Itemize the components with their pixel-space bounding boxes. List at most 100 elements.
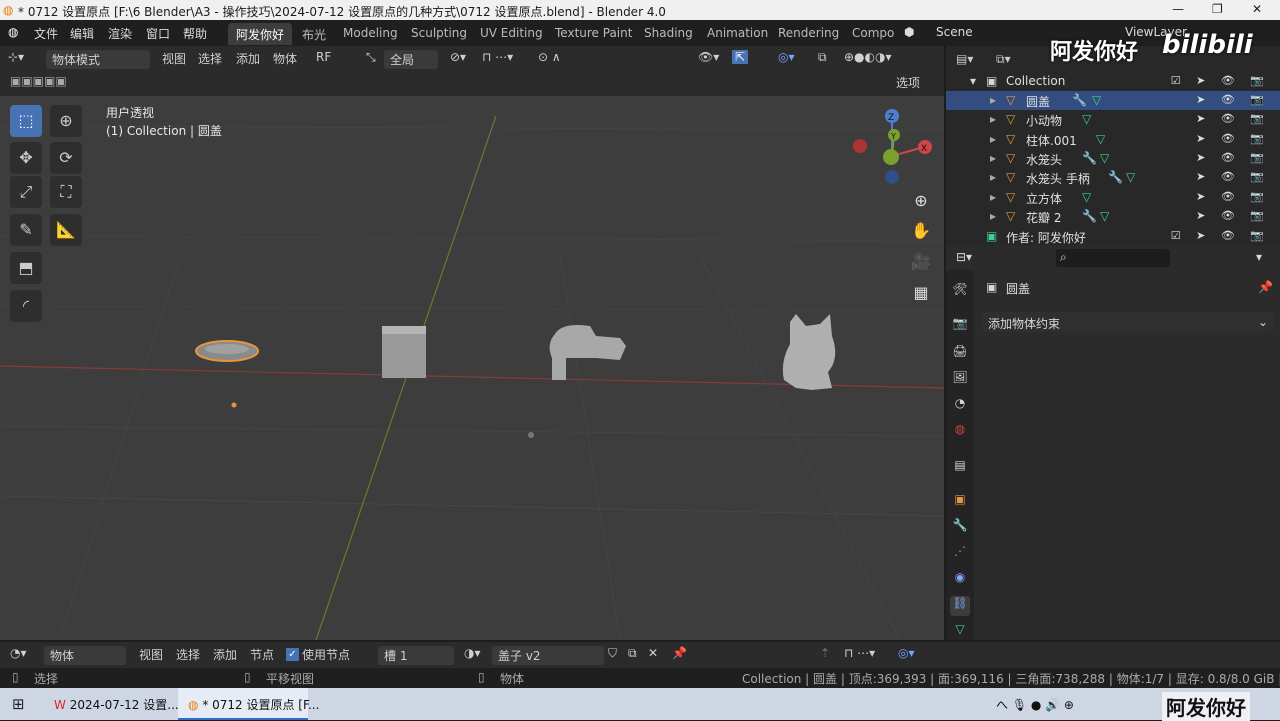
row-visibility-icons[interactable]: ➤ 👁 📷	[1196, 93, 1270, 106]
object-lucky-cat[interactable]	[782, 314, 836, 390]
outliner-row-2[interactable]: ▸ ▽ 柱体.001 ▽ ➤ 👁 📷	[946, 130, 1280, 149]
material-browse-icon[interactable]: ◑▾	[464, 646, 481, 660]
workspace-tab-uv[interactable]: UV Editing	[472, 23, 551, 45]
particles-tab-icon[interactable]: ⋰	[950, 544, 970, 564]
transform-tool[interactable]: ⛶	[50, 176, 82, 208]
shading-modes-icon[interactable]: ⊕●◐◑▾	[844, 50, 892, 64]
render-tab-icon[interactable]: 📷	[950, 316, 970, 336]
maximize-button[interactable]: ❐	[1212, 2, 1223, 16]
editor-type-icon[interactable]: ⊹▾	[8, 50, 24, 64]
constraints-tab-icon[interactable]: ⛓	[950, 596, 970, 616]
parent-node-icon[interactable]: ⇡	[820, 646, 830, 660]
material-slot-select[interactable]: 槽 1	[378, 646, 454, 665]
tool-tab-icon[interactable]: 🛠	[950, 282, 970, 302]
workspace-tab-compo[interactable]: Compo	[844, 23, 902, 45]
node-editor-type-icon[interactable]: ◔▾	[10, 646, 27, 660]
node-pin-icon[interactable]: 📌	[672, 646, 687, 660]
physics-tab-icon[interactable]: ◉	[950, 570, 970, 590]
properties-options-icon[interactable]: ▾	[1256, 250, 1262, 264]
system-tray[interactable]: へ 🎙 ● 🔊 ⊕	[996, 696, 1074, 713]
camera-icon[interactable]: 🎥	[908, 249, 934, 275]
expand-chevron-icon[interactable]: ▸	[990, 190, 996, 204]
material-name-field[interactable]: 盖子 v2	[492, 646, 604, 665]
row-visibility-icons[interactable]: ➤ 👁 📷	[1196, 209, 1270, 222]
measure-tool[interactable]: 📐	[50, 214, 82, 246]
workspace-tab-animation[interactable]: Animation	[699, 23, 776, 45]
collection-tab-icon[interactable]: ▤	[950, 458, 970, 478]
scene-name[interactable]: Scene	[936, 25, 973, 39]
zoom-icon[interactable]: ⊕	[908, 188, 934, 214]
author-visibility-icons[interactable]: ☑ ➤ 👁 📷	[1171, 229, 1270, 242]
properties-search-input[interactable]: ⌕	[1056, 249, 1170, 267]
workspace-tab-rendering[interactable]: Rendering	[770, 23, 847, 45]
outliner-display-icon[interactable]: ⧉▾	[996, 52, 1011, 67]
fake-user-icon[interactable]: ⛉	[608, 646, 617, 661]
vp-menu-object[interactable]: 物体	[273, 50, 297, 67]
cursor-tool[interactable]: ⊕	[50, 105, 82, 137]
output-tab-icon[interactable]: 🖨	[950, 344, 970, 364]
node-menu-view[interactable]: 视图	[139, 646, 163, 663]
menu-render[interactable]: 渲染	[108, 25, 132, 42]
scale-tool[interactable]: ⤢	[10, 176, 42, 208]
expand-chevron-icon[interactable]: ▸	[990, 93, 996, 107]
scene-tab-icon[interactable]: ◔	[950, 396, 970, 416]
select-box-tool[interactable]: ⬚	[10, 105, 42, 137]
use-nodes-checkbox[interactable]: ✓	[286, 648, 299, 661]
snap-icon[interactable]: ⊓ ⋯▾	[482, 50, 513, 64]
row-visibility-icons[interactable]: ➤ 👁 📷	[1196, 190, 1270, 203]
pivot-icon[interactable]: ⊘▾	[450, 50, 466, 64]
row-visibility-icons[interactable]: ➤ 👁 📷	[1196, 170, 1270, 183]
visibility-icon[interactable]: 👁▾	[698, 50, 719, 64]
rotate-tool[interactable]: ⟳	[50, 142, 82, 174]
workspace-tab-sculpting[interactable]: Sculpting	[403, 23, 475, 45]
menu-help[interactable]: 帮助	[183, 25, 207, 42]
xray-toggle-icon[interactable]: ⧉	[818, 50, 827, 65]
workspace-tab-modeling[interactable]: Modeling	[335, 23, 406, 45]
vp-menu-select[interactable]: 选择	[198, 50, 222, 67]
outliner-row-3[interactable]: ▸ ▽ 水笼头 🔧 ▽ ➤ 👁 📷	[946, 149, 1280, 168]
navigation-gizmo[interactable]: Z X Y	[848, 104, 938, 194]
node-menu-node[interactable]: 节点	[250, 646, 274, 663]
outliner-editor-icon[interactable]: ▤▾	[956, 52, 973, 66]
menu-file[interactable]: 文件	[34, 25, 58, 42]
duplicate-material-icon[interactable]: ⧉	[628, 646, 637, 661]
row-visibility-icons[interactable]: ➤ 👁 📷	[1196, 132, 1270, 145]
overlay-toggle-icon[interactable]: ◎▾	[778, 50, 795, 64]
perspective-grid-icon[interactable]: ▦	[908, 280, 934, 306]
vp-menu-add[interactable]: 添加	[236, 50, 260, 67]
world-tab-icon[interactable]: ◍	[950, 422, 970, 442]
outliner-row-1[interactable]: ▸ ▽ 小动物 ▽ ➤ 👁 📷	[946, 110, 1280, 129]
expand-chevron-icon[interactable]: ▸	[990, 132, 996, 146]
outliner-row-4[interactable]: ▸ ▽ 水笼头 手柄 🔧 ▽ ➤ 👁 📷	[946, 168, 1280, 187]
annotate-tool[interactable]: ✎	[10, 214, 42, 246]
gizmo-toggle-icon[interactable]: ⇱	[732, 50, 749, 64]
view-layer-tab-icon[interactable]: 🖼	[950, 370, 970, 390]
row-visibility-icons[interactable]: ➤ 👁 📷	[1196, 112, 1270, 125]
node-menu-add[interactable]: 添加	[213, 646, 237, 663]
options-menu[interactable]: 选项	[896, 74, 920, 91]
outliner-row-0[interactable]: ▸ ▽ 圆盖 🔧 ▽ ➤ 👁 📷	[946, 91, 1280, 110]
expand-chevron-icon[interactable]: ▸	[990, 151, 996, 165]
row-visibility-icons[interactable]: ➤ 👁 📷	[1196, 151, 1270, 164]
pan-hand-icon[interactable]: ✋	[908, 218, 934, 244]
node-snap-icon[interactable]: ⊓ ⋯▾	[844, 646, 875, 660]
workspace-tab-1[interactable]: 布光	[294, 23, 334, 45]
workspace-tab-0[interactable]: 阿发你好	[228, 23, 293, 45]
add-constraint-dropdown[interactable]: 添加物体约束 ⌄	[982, 312, 1274, 332]
select-mode-icons[interactable]: ▣▣▣▣▣	[10, 74, 67, 88]
blender-menu-icon[interactable]: ◍	[8, 25, 18, 39]
menu-window[interactable]: 窗口	[146, 25, 170, 42]
rf-menu[interactable]: RF	[316, 50, 331, 64]
vp-menu-view[interactable]: 视图	[162, 50, 186, 67]
fillet-tool[interactable]: ◜	[10, 290, 42, 322]
mode-select[interactable]: 物体模式	[46, 50, 150, 69]
modifier-tab-icon[interactable]: 🔧	[950, 518, 970, 538]
properties-editor-icon[interactable]: ⊟▾	[956, 250, 972, 264]
3d-viewport[interactable]: 用户透视 (1) Collection | 圆盖 ⬚ ⊕ ✥ ⟳ ⤢ ⛶ ✎ 📐…	[0, 96, 944, 640]
expand-chevron-icon[interactable]: ▸	[990, 170, 996, 184]
taskbar-app-wps[interactable]: W 2024-07-12 设置...	[44, 688, 179, 720]
node-overlay-icon[interactable]: ◎▾	[898, 646, 915, 660]
transform-orientation-select[interactable]: 全局	[384, 50, 438, 69]
minimize-button[interactable]: —	[1172, 2, 1184, 16]
node-menu-select[interactable]: 选择	[176, 646, 200, 663]
